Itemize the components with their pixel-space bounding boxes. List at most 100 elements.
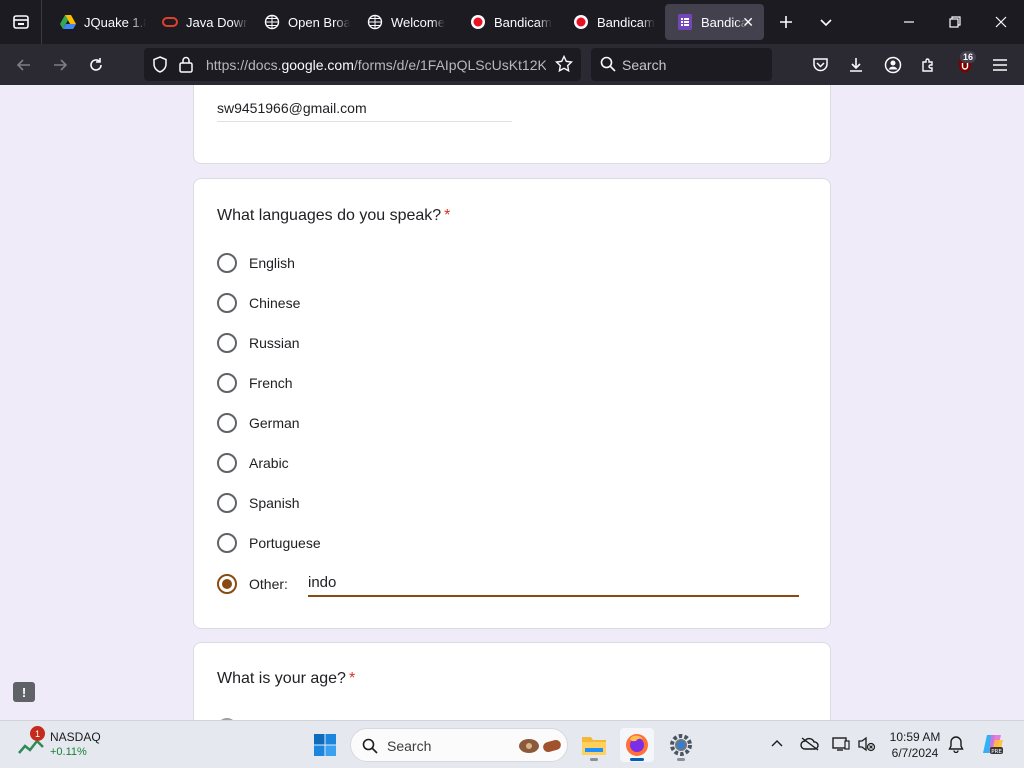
option-other[interactable]: Other:: [217, 572, 288, 596]
extensions-button[interactable]: [914, 50, 944, 80]
url-prefix: https://docs.: [206, 57, 282, 73]
minimize-button[interactable]: [895, 8, 923, 36]
radio-button[interactable]: [217, 253, 237, 273]
radio-button[interactable]: [217, 493, 237, 513]
url-path: /forms/d/e/1FAIpQLScUsKt12K: [353, 57, 546, 73]
url-bar[interactable]: https://docs.google.com/forms/d/e/1FAIpQ…: [144, 48, 581, 81]
radio-button[interactable]: [217, 453, 237, 473]
tab-open-broadcaster[interactable]: Open Broa: [252, 4, 350, 40]
tab-title: Bandicam: [494, 14, 552, 30]
tab-title: Open Broa: [288, 14, 350, 30]
download-icon: [850, 58, 862, 72]
lock-icon[interactable]: [179, 56, 193, 78]
forward-button[interactable]: [45, 50, 75, 80]
close-icon[interactable]: ✕: [742, 14, 754, 31]
app-menu-button[interactable]: [985, 50, 1015, 80]
option-label: Portuguese: [249, 535, 321, 551]
question-title: What is your age? *: [217, 670, 355, 688]
tab-title: Welcome: [391, 14, 445, 30]
option-portuguese[interactable]: Portuguese: [217, 531, 321, 555]
downloads-button[interactable]: [841, 50, 871, 80]
search-bar[interactable]: Search: [591, 48, 772, 81]
list-all-tabs-button[interactable]: [812, 8, 840, 36]
firefox-view-icon: [12, 15, 29, 29]
option-english[interactable]: English: [217, 251, 295, 275]
option-chinese[interactable]: Chinese: [217, 291, 300, 315]
volume-tray-icon[interactable]: [857, 734, 877, 754]
option-german[interactable]: German: [217, 411, 300, 435]
show-hidden-icons-button[interactable]: [767, 734, 787, 754]
bandicam-icon: [573, 14, 589, 30]
url-text[interactable]: https://docs.google.com/forms/d/e/1FAIpQ…: [206, 57, 546, 73]
search-icon: [362, 738, 378, 754]
copilot-button[interactable]: PRE: [981, 732, 1005, 756]
arrow-left-icon: [16, 59, 30, 71]
firefox-taskbar-button[interactable]: [620, 728, 654, 762]
radio-button[interactable]: [217, 533, 237, 553]
windows-logo-icon: [314, 734, 336, 756]
search-placeholder: Search: [622, 57, 667, 73]
tab-jquake[interactable]: JQuake 1.8: [48, 4, 146, 40]
search-placeholder: Search: [387, 738, 432, 754]
pocket-button[interactable]: [805, 50, 835, 80]
languages-question-card: What languages do you speak? * English Ch…: [193, 178, 831, 629]
close-icon: [995, 16, 1007, 28]
navigation-toolbar: https://docs.google.com/forms/d/e/1FAIpQ…: [0, 44, 1024, 85]
start-button[interactable]: [308, 728, 342, 762]
tab-title: Bandicam: [597, 14, 655, 30]
taskbar-search[interactable]: Search: [350, 728, 568, 762]
settings-taskbar-button[interactable]: [664, 728, 698, 762]
radio-button-selected[interactable]: [217, 574, 237, 594]
question-text: What languages do you speak?: [217, 207, 442, 224]
option-arabic[interactable]: Arabic: [217, 451, 289, 475]
onedrive-tray-icon[interactable]: [800, 734, 820, 754]
display-tray-icon[interactable]: [831, 734, 851, 754]
tab-title: Bandica: [701, 14, 747, 30]
tab-title: Java Down: [186, 14, 248, 30]
notification-badge: 1: [30, 726, 45, 741]
tab-bandicam-2[interactable]: Bandicam: [561, 4, 659, 40]
option-label: English: [249, 255, 295, 271]
option-label: Chinese: [249, 295, 301, 311]
radio-button[interactable]: [217, 373, 237, 393]
reload-button[interactable]: [81, 50, 111, 80]
radio-dot: [222, 579, 232, 589]
cloud-off-icon: [800, 737, 819, 751]
globe-icon: [367, 14, 383, 30]
back-button[interactable]: [9, 50, 39, 80]
tab-bandicam-form-active[interactable]: Bandica ✕: [665, 4, 764, 40]
required-asterisk: *: [348, 670, 356, 687]
option-label: German: [249, 415, 300, 431]
tab-java-download[interactable]: Java Down: [150, 4, 248, 40]
option-french[interactable]: French: [217, 371, 293, 395]
account-icon: [884, 56, 902, 74]
clock-date: 6/7/2024: [891, 746, 939, 760]
monitor-icon: [832, 737, 850, 751]
tracking-protection-icon[interactable]: [152, 56, 168, 78]
notifications-button[interactable]: [946, 734, 966, 754]
radio-button[interactable]: [217, 333, 237, 353]
tab-welcome[interactable]: Welcome: [355, 4, 453, 40]
stocks-widget[interactable]: 1 NASDAQ +0.11%: [18, 726, 128, 763]
gear-icon: [670, 734, 692, 756]
question-text: What is your age?: [217, 670, 346, 687]
new-tab-button[interactable]: [772, 8, 800, 36]
option-russian[interactable]: Russian: [217, 331, 300, 355]
file-explorer-button[interactable]: [577, 728, 611, 762]
tab-bandicam-1[interactable]: Bandicam: [458, 4, 556, 40]
option-label: Spanish: [249, 495, 300, 511]
radio-button[interactable]: [217, 413, 237, 433]
folder-icon: [582, 737, 606, 755]
close-window-button[interactable]: [987, 8, 1015, 36]
reload-icon: [90, 58, 102, 71]
report-feedback-button[interactable]: !: [13, 682, 35, 702]
other-text-input[interactable]: indo: [308, 571, 799, 597]
radio-button[interactable]: [217, 293, 237, 313]
option-label: French: [249, 375, 293, 391]
firefox-view-button[interactable]: [0, 0, 42, 44]
option-spanish[interactable]: Spanish: [217, 491, 300, 515]
restore-button[interactable]: [941, 8, 969, 36]
account-button[interactable]: [878, 50, 908, 80]
bookmark-star-icon[interactable]: [554, 54, 574, 78]
clock[interactable]: 10:59 AM 6/7/2024: [884, 729, 946, 761]
